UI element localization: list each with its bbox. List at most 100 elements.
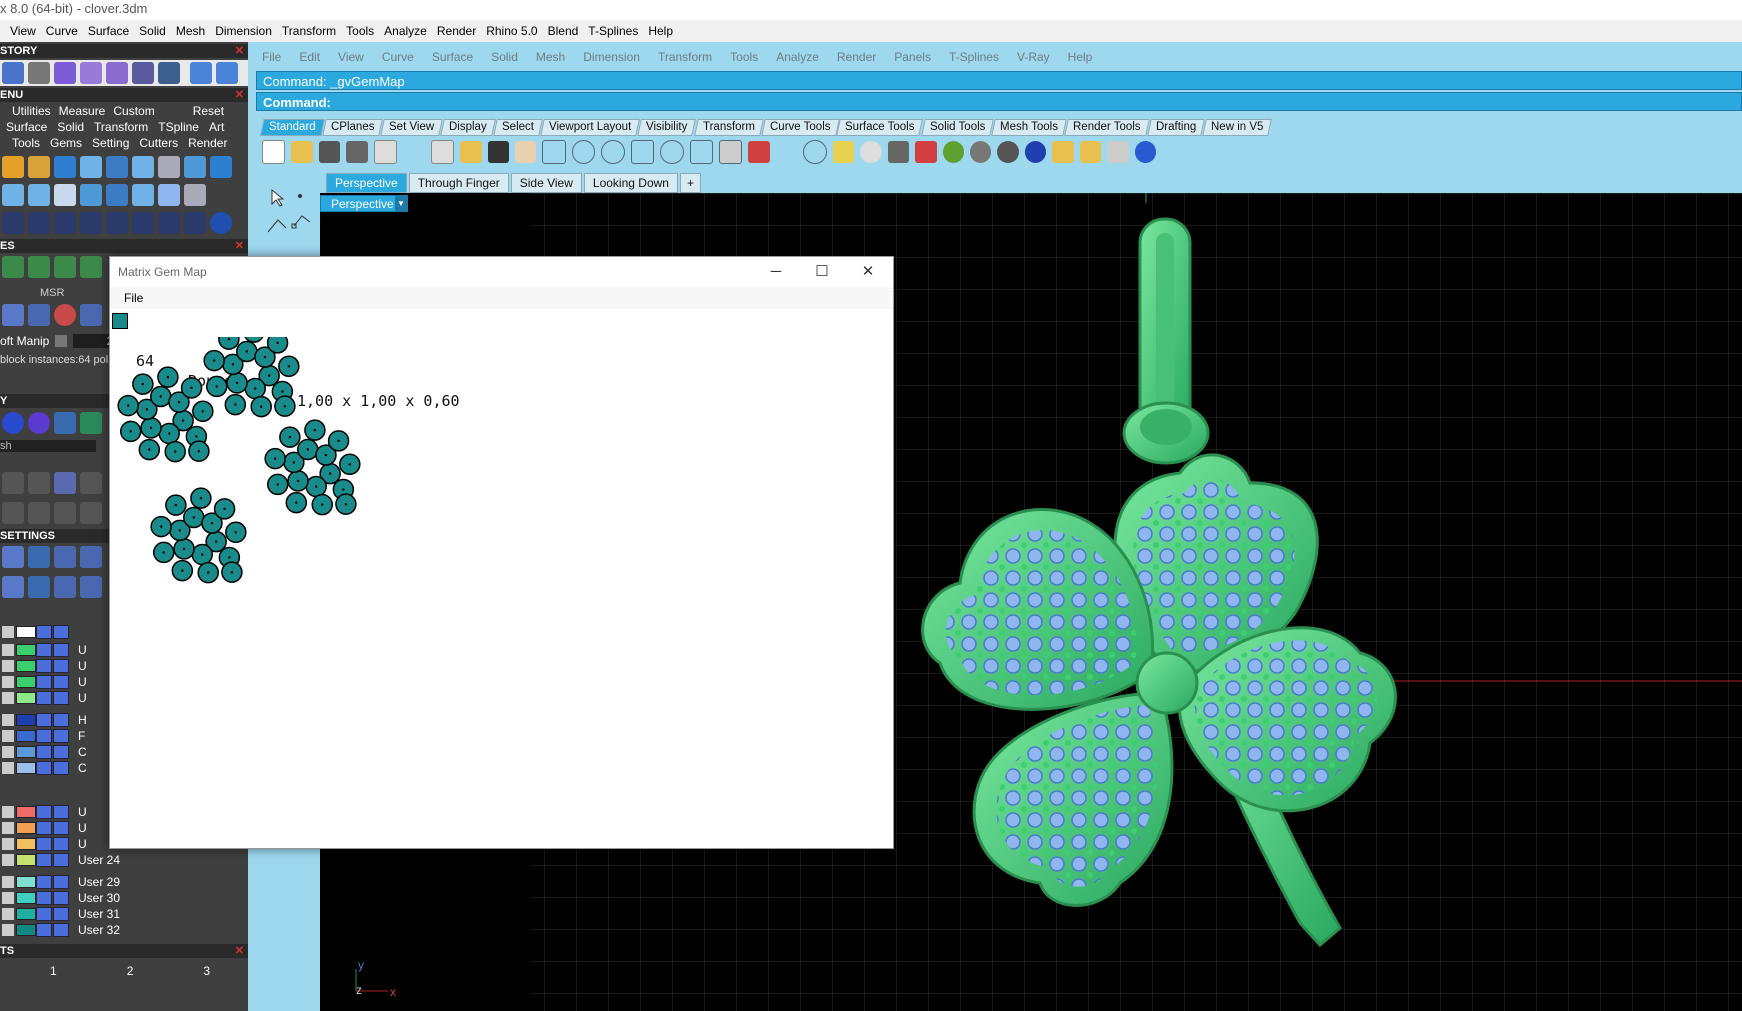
settings-icon[interactable] [28,546,50,568]
tab-reset[interactable]: Reset [193,104,224,118]
menu-mesh[interactable]: Mesh [176,24,205,38]
layer-name[interactable]: User 32 [78,923,126,937]
save-icon[interactable] [158,62,180,84]
layer-toggle[interactable] [53,853,69,867]
tab-surface-tools[interactable]: Surface Tools [836,119,924,136]
layer-row[interactable]: User 30 [0,890,248,906]
rhino-menu-solid[interactable]: Solid [491,50,518,64]
menu-analyze[interactable]: Analyze [384,24,427,38]
sphere-icon[interactable] [54,304,76,326]
circle-icon[interactable] [210,212,232,234]
layer-color[interactable] [16,924,36,936]
close-icon[interactable]: ✕ [235,44,244,58]
layer-toggle[interactable] [53,745,69,759]
tools-icon[interactable] [28,62,50,84]
snap-icon[interactable] [2,472,24,494]
grid-icon[interactable] [28,256,50,278]
tab-drafting[interactable]: Drafting [1146,119,1205,136]
undo-view-icon[interactable] [689,140,713,164]
layer-lock-icon[interactable] [36,745,52,759]
material-sphere-icon[interactable] [28,412,50,434]
menu-dimension[interactable]: Dimension [215,24,272,38]
expand-icon[interactable] [2,746,14,758]
layer-toggle[interactable] [53,659,69,673]
gem-tool-icon[interactable] [132,156,154,178]
copy-icon[interactable] [430,140,455,164]
points-icon[interactable] [832,141,855,163]
select-arrow-icon[interactable] [271,188,285,207]
menu-solid[interactable]: Solid [139,24,166,38]
sphere-icon[interactable] [969,141,992,163]
car-icon[interactable] [748,141,770,163]
layer-toggle[interactable] [53,675,69,689]
color-wheel-icon[interactable] [942,141,964,163]
expand-icon[interactable] [2,762,14,774]
settings-icon[interactable] [54,546,76,568]
cat-surface[interactable]: Surface [6,120,47,134]
filter-icon[interactable] [28,576,50,598]
cut-icon[interactable] [403,141,425,163]
gem-tool-icon[interactable] [106,156,128,178]
layer-color[interactable] [16,892,36,904]
layer-toggle[interactable] [53,875,69,889]
minimize-icon[interactable]: ─ [753,261,799,283]
tab-side-view[interactable]: Side View [510,173,582,193]
settings-icon[interactable] [80,546,102,568]
target-icon[interactable] [803,140,827,164]
layer-color[interactable] [16,806,36,818]
cube-icon[interactable] [54,62,76,84]
render-sphere-icon[interactable] [1024,141,1047,163]
tab-cplanes[interactable]: CPlanes [321,119,383,136]
menu-rhino5[interactable]: Rhino 5.0 [486,24,537,38]
close-icon[interactable]: ✕ [235,88,244,102]
gem-tool-icon[interactable] [80,156,102,178]
snap-icon[interactable] [28,472,50,494]
add-tab-button[interactable]: + [679,173,701,193]
gem-tool-icon[interactable] [28,156,50,178]
back-arrow-icon[interactable] [190,62,212,84]
gem-tool-icon[interactable] [54,184,76,206]
tab-solid-tools[interactable]: Solid Tools [920,119,994,136]
layer-lock-icon[interactable] [36,761,52,775]
gem-tool-icon[interactable] [158,156,180,178]
edit-icon[interactable] [2,502,24,524]
menu-surface[interactable]: Surface [88,24,129,38]
layer-lock-icon[interactable] [36,907,52,921]
gem-tool-icon[interactable] [54,156,76,178]
expand-icon[interactable] [2,892,14,904]
layer-color[interactable] [16,730,36,742]
gear-icon[interactable] [1079,141,1102,163]
layer-toggle[interactable] [53,643,69,657]
cat-transform[interactable]: Transform [94,120,148,134]
layer-lock-icon[interactable] [36,713,52,727]
rhino-menu-tsplines[interactable]: T-Splines [949,50,999,64]
zoom-window-icon[interactable] [601,140,625,164]
tool-icon[interactable] [184,212,206,234]
target-icon[interactable] [54,256,76,278]
layer-name[interactable]: User 31 [78,907,126,921]
snap-icon[interactable] [80,472,102,494]
gem-tool-icon[interactable] [210,156,232,178]
expand-icon[interactable] [2,676,14,688]
material-icon[interactable] [54,412,76,434]
shield-icon[interactable] [915,141,937,163]
print-icon[interactable] [346,141,368,163]
expand-icon[interactable] [2,714,14,726]
save-icon[interactable] [318,141,341,163]
menu-help[interactable]: Help [648,24,673,38]
layer-color[interactable] [16,762,36,774]
expand-icon[interactable] [2,822,14,834]
rhino-menu-dimension[interactable]: Dimension [583,50,640,64]
gem-tool-icon[interactable] [184,184,206,206]
menu-tools[interactable]: Tools [346,24,374,38]
gem-map-menu-file[interactable]: File [124,291,143,305]
layer-lock-icon[interactable] [36,675,52,689]
tool-icon[interactable] [158,212,180,234]
expand-icon[interactable] [2,806,14,818]
chevron-down-icon[interactable]: ▼ [395,196,407,211]
layer-lock-icon[interactable] [36,643,52,657]
point-icon[interactable] [298,194,302,198]
chain-icon[interactable] [106,62,128,84]
layer-color[interactable] [16,692,36,704]
menu-curve[interactable]: Curve [46,24,78,38]
